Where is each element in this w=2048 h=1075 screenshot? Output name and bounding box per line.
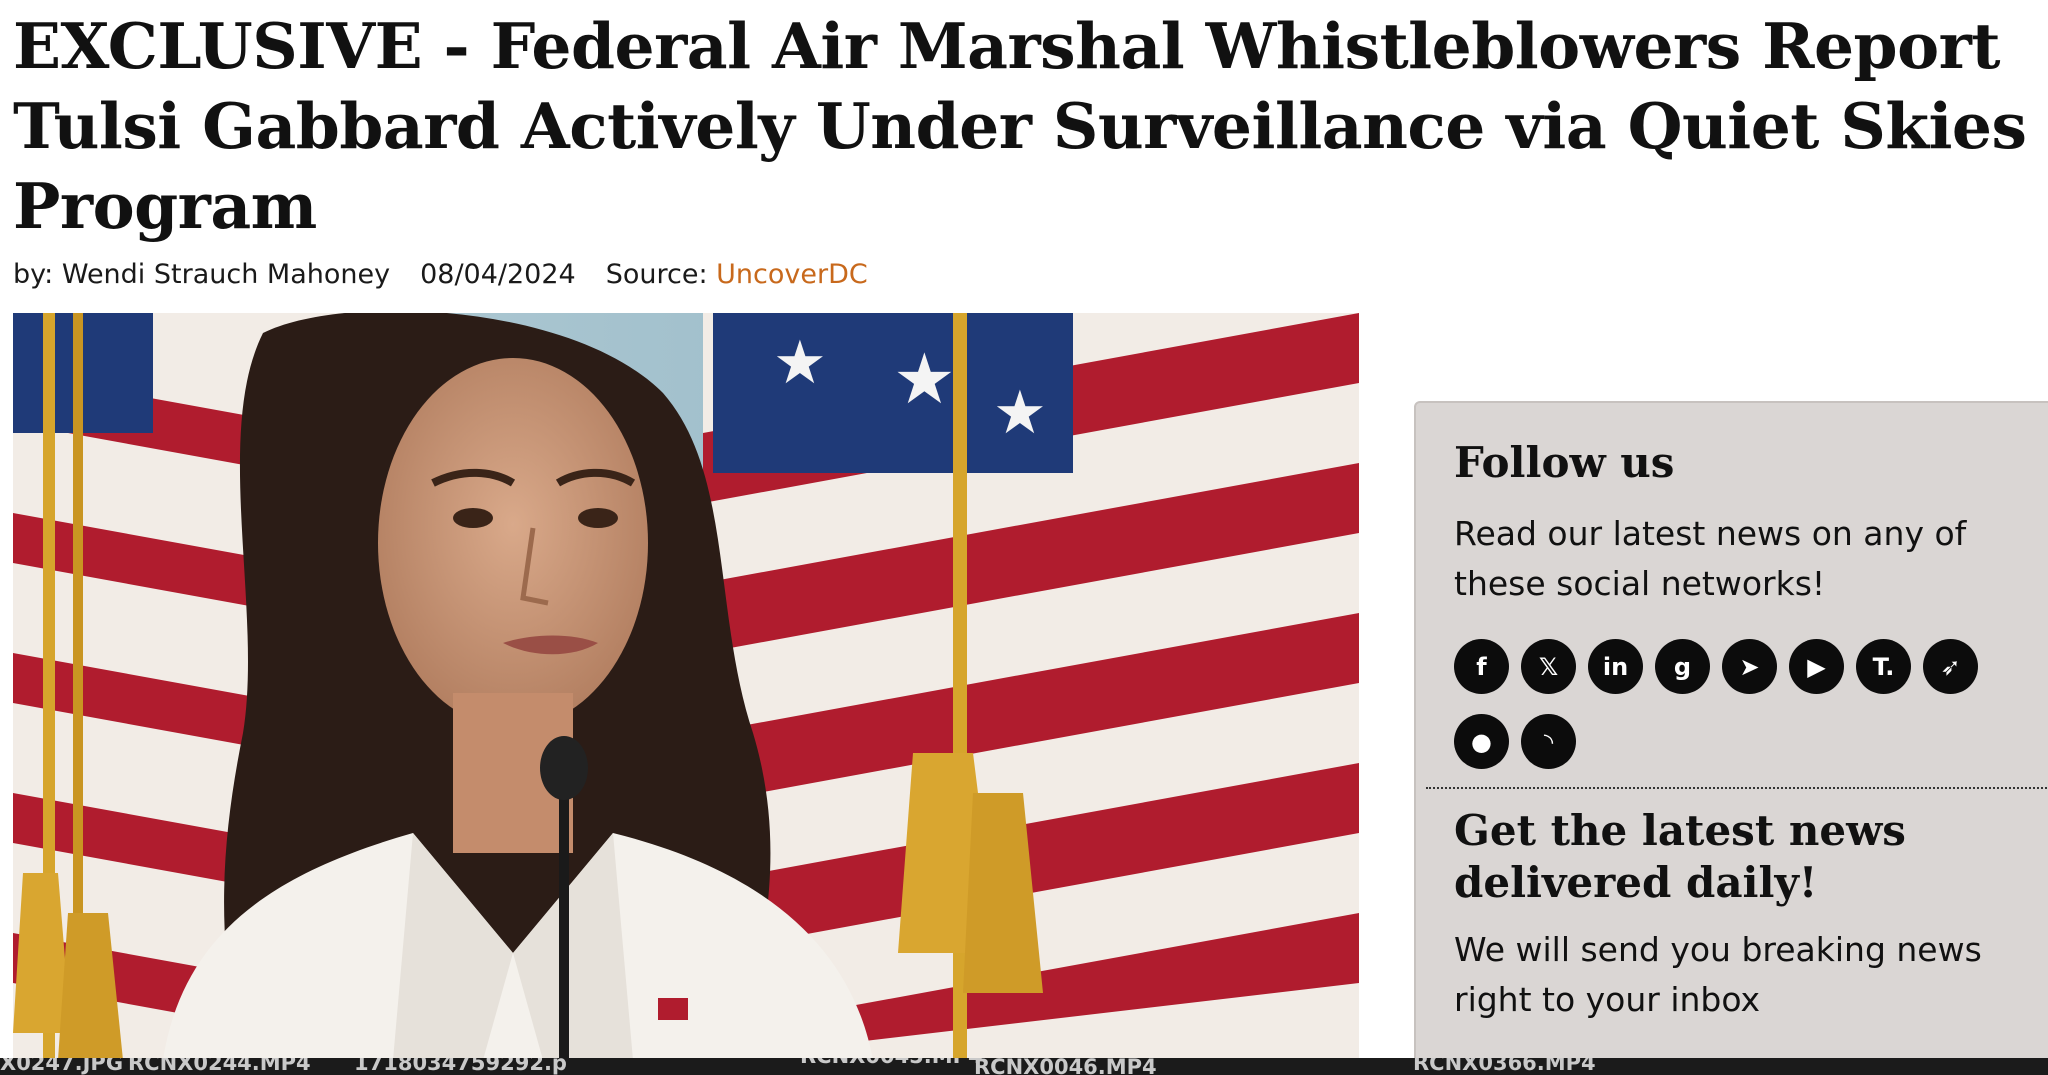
social-links-row: f 𝕏 in g ➤ ▶ T. ➶ (1454, 639, 2014, 694)
source-line: Source: UncoverDC (606, 258, 868, 292)
file-label[interactable]: RCNX0046.MP4 (974, 1058, 1157, 1075)
follow-us-heading: Follow us (1454, 438, 1675, 487)
file-label[interactable]: X0247.JPG (0, 1058, 123, 1075)
sidebar-divider (1426, 787, 2048, 789)
sidebar-follow-panel: Follow us Read our latest news on any of… (1414, 401, 2048, 1061)
article-meta: by: Wendi Strauch Mahoney 08/04/2024 Sou… (13, 258, 868, 292)
svg-text:★: ★ (893, 338, 956, 420)
rumble-icon[interactable]: ▶ (1789, 639, 1844, 694)
x-twitter-icon[interactable]: 𝕏 (1521, 639, 1576, 694)
rss-icon[interactable]: ◝ (1521, 714, 1576, 769)
svg-text:★: ★ (993, 378, 1047, 448)
author-byline: by: Wendi Strauch Mahoney (13, 259, 391, 290)
file-label[interactable]: RCNX0045.MP4 (800, 1058, 983, 1068)
publish-date: 08/04/2024 (420, 259, 576, 290)
telegram-icon[interactable]: ➤ (1722, 639, 1777, 694)
hero-photo: ★ ★ ★ (13, 313, 1359, 1060)
file-label[interactable]: 1718034759292.p (354, 1058, 567, 1075)
svg-text:★: ★ (773, 328, 827, 398)
source-link[interactable]: UncoverDC (716, 259, 868, 290)
newsletter-heading: Get the latest news delivered daily! (1454, 806, 1906, 907)
parler-icon[interactable]: ➶ (1923, 639, 1978, 694)
linkedin-icon[interactable]: in (1588, 639, 1643, 694)
follow-us-description: Read our latest news on any of these soc… (1454, 514, 1967, 603)
file-label[interactable]: RCNX0366.MP4 (1413, 1058, 1596, 1075)
truth-social-icon[interactable]: T. (1856, 639, 1911, 694)
facebook-icon[interactable]: f (1454, 639, 1509, 694)
location-pin-icon[interactable]: ● (1454, 714, 1509, 769)
social-links-row-2: ● ◝ (1454, 714, 2014, 769)
gettr-icon[interactable]: g (1655, 639, 1710, 694)
article-headline: EXCLUSIVE - Federal Air Marshal Whistleb… (13, 9, 2027, 243)
desktop-file-strip: X0247.JPG RCNX0244.MP4 1718034759292.p R… (0, 1058, 2048, 1075)
newsletter-description: We will send you breaking news right to … (1454, 930, 1982, 1019)
article-hero-image: ★ ★ ★ (13, 313, 1359, 1060)
source-label: Source: (605, 259, 708, 290)
file-label[interactable]: RCNX0244.MP4 (128, 1058, 311, 1075)
